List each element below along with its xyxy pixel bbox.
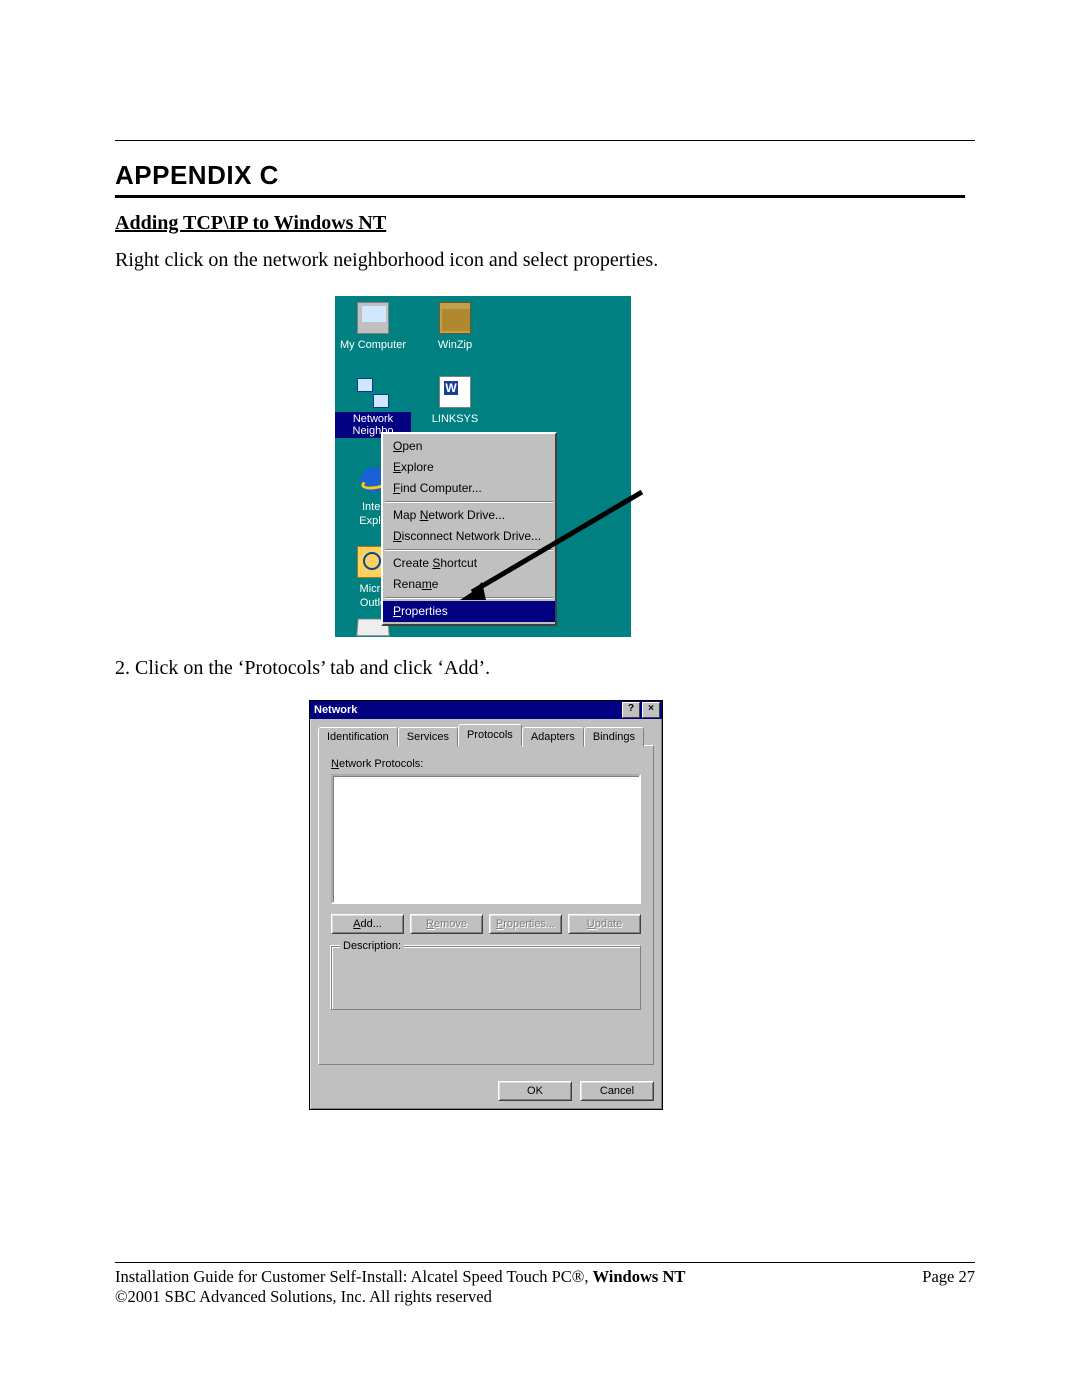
tab-panel-protocols: Network Protocols: Add... Remove Propert… bbox=[318, 745, 654, 1065]
menu-properties[interactable]: Properties bbox=[383, 601, 555, 622]
monitor-icon bbox=[357, 302, 389, 334]
help-button[interactable]: ? bbox=[622, 702, 640, 718]
menu-map-drive[interactable]: Map Network Drive... bbox=[383, 505, 555, 526]
intro-text: Right click on the network neighborhood … bbox=[115, 249, 965, 272]
network-protocols-label: Network Protocols: bbox=[331, 758, 641, 770]
network-neighborhood-icon[interactable]: Network Neighbo bbox=[335, 376, 411, 438]
word-doc-icon bbox=[439, 376, 471, 408]
footer-page-number: Page 27 bbox=[922, 1267, 975, 1287]
section-subheading: Adding TCP\IP to Windows NT bbox=[115, 212, 965, 235]
dialog-titlebar[interactable]: Network ? × bbox=[310, 701, 662, 719]
tab-strip: Identification Services Protocols Adapte… bbox=[318, 725, 654, 746]
footer-rule bbox=[115, 1262, 975, 1263]
tab-adapters[interactable]: Adapters bbox=[522, 727, 584, 747]
linksys-label: LINKSYS bbox=[429, 412, 481, 426]
menu-explore[interactable]: Explore bbox=[383, 457, 555, 478]
menu-rename[interactable]: Rename bbox=[383, 574, 555, 595]
update-button: Update bbox=[568, 914, 641, 934]
description-legend: Description: bbox=[340, 940, 404, 952]
remove-button: Remove bbox=[410, 914, 483, 934]
menu-open[interactable]: Open bbox=[383, 436, 555, 457]
network-dialog: Network ? × Identification Services Prot… bbox=[309, 700, 663, 1110]
add-button[interactable]: Add... bbox=[331, 914, 404, 934]
my-computer-label: My Computer bbox=[337, 338, 409, 352]
dialog-footer-buttons: OK Cancel bbox=[310, 1075, 662, 1109]
dialog-title: Network bbox=[314, 704, 357, 716]
cabinet-icon bbox=[439, 302, 471, 334]
protocol-buttons-row: Add... Remove Properties... Update bbox=[331, 914, 641, 934]
winzip-label: WinZip bbox=[435, 338, 475, 352]
linksys-doc-icon[interactable]: LINKSYS bbox=[417, 376, 493, 426]
ok-button[interactable]: OK bbox=[498, 1081, 572, 1101]
menu-separator bbox=[385, 501, 553, 503]
menu-create-shortcut[interactable]: Create Shortcut bbox=[383, 553, 555, 574]
menu-find-computer[interactable]: Find Computer... bbox=[383, 478, 555, 499]
my-computer-icon[interactable]: My Computer bbox=[335, 302, 411, 352]
dialog-body: Identification Services Protocols Adapte… bbox=[310, 719, 662, 1075]
appendix-rule bbox=[115, 195, 965, 198]
footer-guide-title: Installation Guide for Customer Self-Ins… bbox=[115, 1267, 685, 1287]
desktop-background: My Computer WinZip Network Neighbo LINKS… bbox=[335, 296, 631, 637]
footer-copyright: ©2001 SBC Advanced Solutions, Inc. All r… bbox=[115, 1287, 975, 1307]
menu-disconnect-drive[interactable]: Disconnect Network Drive... bbox=[383, 526, 555, 547]
close-button[interactable]: × bbox=[642, 702, 660, 718]
cancel-button[interactable]: Cancel bbox=[580, 1081, 654, 1101]
top-rule bbox=[115, 140, 975, 141]
menu-separator bbox=[385, 549, 553, 551]
protocols-listbox[interactable] bbox=[331, 774, 641, 904]
page-footer: Installation Guide for Customer Self-Ins… bbox=[115, 1262, 975, 1307]
network-icon bbox=[357, 376, 389, 408]
step-2-text: 2. Click on the ‘Protocols’ tab and clic… bbox=[115, 657, 965, 680]
winzip-icon[interactable]: WinZip bbox=[417, 302, 493, 352]
tab-identification[interactable]: Identification bbox=[318, 727, 398, 747]
menu-separator bbox=[385, 597, 553, 599]
tab-services[interactable]: Services bbox=[398, 727, 458, 747]
tab-bindings[interactable]: Bindings bbox=[584, 727, 644, 747]
tab-protocols[interactable]: Protocols bbox=[458, 724, 522, 746]
description-groupbox: Description: bbox=[331, 946, 641, 1010]
appendix-heading: APPENDIX C bbox=[115, 160, 965, 191]
desktop-screenshot: My Computer WinZip Network Neighbo LINKS… bbox=[335, 296, 649, 637]
properties-button: Properties... bbox=[489, 914, 562, 934]
context-menu: Open Explore Find Computer... Map Networ… bbox=[381, 432, 557, 626]
